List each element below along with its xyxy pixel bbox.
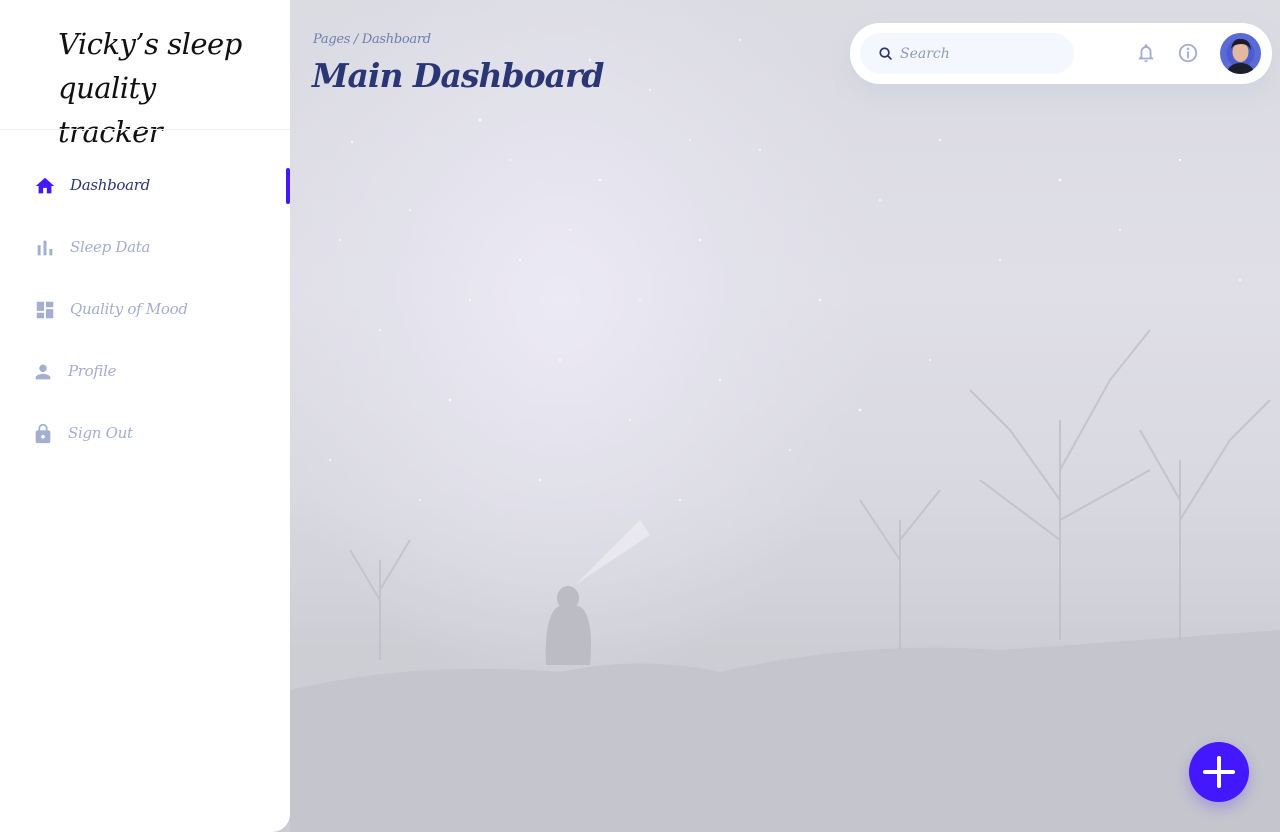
bell-icon[interactable] <box>1135 41 1157 65</box>
sidebar-divider <box>0 129 290 130</box>
avatar-photo <box>1220 33 1261 74</box>
sidebar-item-dashboard[interactable]: Dashboard <box>0 168 290 204</box>
breadcrumb[interactable]: Pages / Dashboard <box>313 32 431 47</box>
lock-icon <box>35 423 51 444</box>
sidebar-item-label: Sleep Data <box>70 238 151 256</box>
active-indicator <box>286 168 290 204</box>
sidebar-item-profile[interactable]: Profile <box>0 354 290 390</box>
sidebar-item-label: Quality of Mood <box>70 300 188 318</box>
search-box[interactable] <box>860 33 1074 74</box>
sidebar-item-label: Profile <box>68 362 117 380</box>
person-icon <box>35 364 51 380</box>
dashboard-grid-icon <box>36 301 54 319</box>
sidebar-item-sleep-data[interactable]: Sleep Data <box>0 230 290 266</box>
sidebar-item-label: Sign Out <box>68 424 133 442</box>
sidebar-item-quality-of-mood[interactable]: Quality of Mood <box>0 292 290 328</box>
top-navbar <box>850 23 1272 84</box>
plus-icon <box>1203 756 1235 788</box>
user-avatar[interactable] <box>1220 33 1261 74</box>
search-input[interactable] <box>900 33 1065 74</box>
search-icon <box>879 47 892 60</box>
home-icon <box>35 177 55 194</box>
info-icon[interactable] <box>1177 42 1199 64</box>
add-entry-button[interactable] <box>1189 742 1249 802</box>
bar-chart-icon <box>37 240 53 256</box>
app-logo-title: Vicky’s sleep quality tracker <box>58 22 258 154</box>
sidebar: Vicky’s sleep quality tracker Dashboard … <box>0 0 290 832</box>
sidebar-item-sign-out[interactable]: Sign Out <box>0 416 290 452</box>
brand-line-2: quality tracker <box>58 71 163 149</box>
brand-line-1: Vicky’s sleep <box>58 27 242 61</box>
page-title: Main Dashboard <box>312 56 604 95</box>
sidebar-item-label: Dashboard <box>70 176 150 194</box>
